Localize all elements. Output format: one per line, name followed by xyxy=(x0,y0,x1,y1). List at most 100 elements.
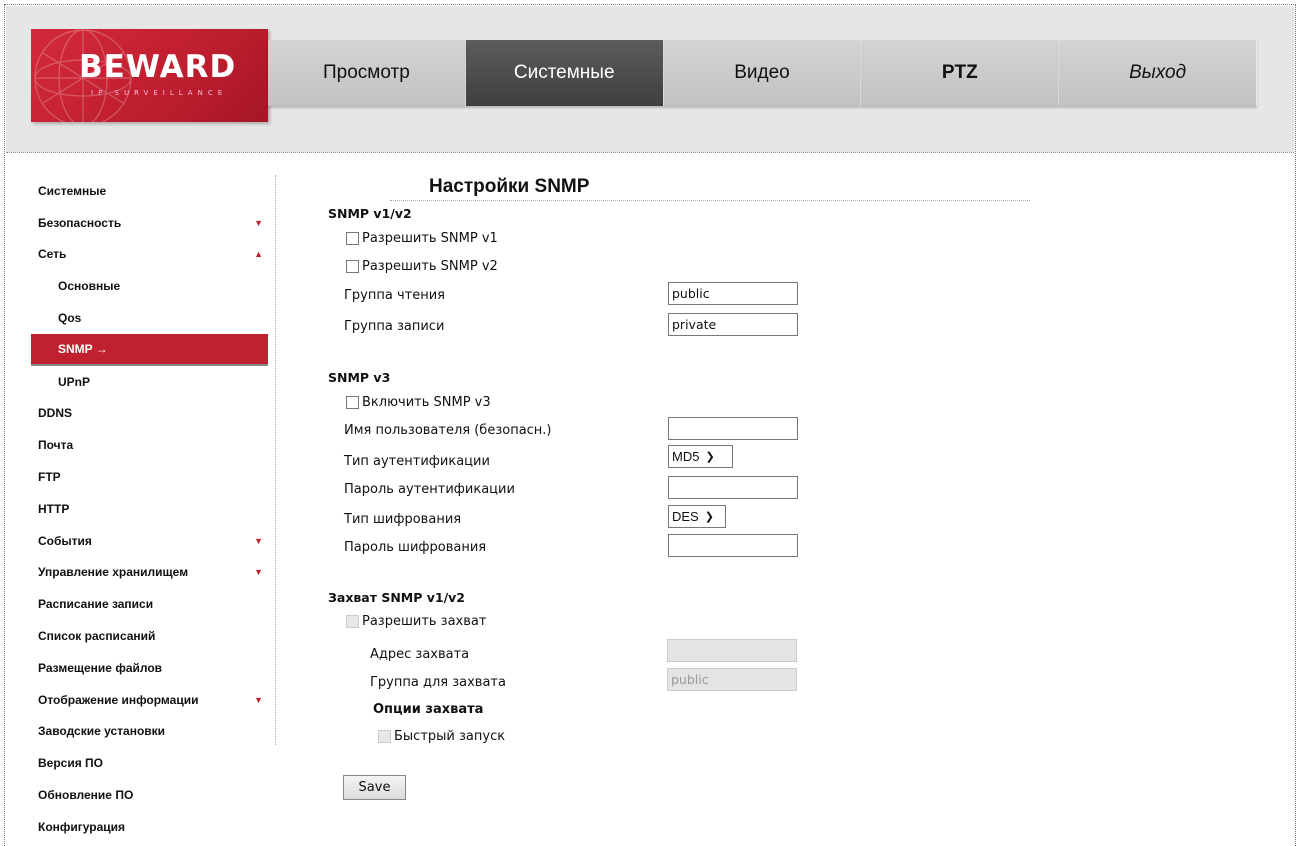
sidebar-item-schedule-list[interactable]: Список расписаний xyxy=(31,620,268,652)
sidebar-item-label: Заводские установки xyxy=(38,724,166,739)
sidebar-item-configuration[interactable]: Конфигурация xyxy=(31,811,268,843)
select-value: DES xyxy=(672,509,699,524)
sidebar-item-label: HTTP xyxy=(38,501,70,516)
sidebar-item-label: Расписание записи xyxy=(38,597,154,612)
section-heading-v3: SNMP v3 xyxy=(328,370,391,385)
sidebar-item-label: Почта xyxy=(38,438,74,453)
tab-logout[interactable]: Выход xyxy=(1059,40,1257,106)
read-community-input[interactable]: public xyxy=(668,282,798,305)
checkbox-label: Разрешить SNMP v1 xyxy=(362,231,498,246)
sidebar-item-firmware-update[interactable]: Обновление ПО xyxy=(31,779,268,811)
collapse-arrow-icon[interactable]: ▲ xyxy=(254,249,263,259)
sidebar-item-label: Размещение файлов xyxy=(38,660,163,675)
encryption-password-input[interactable] xyxy=(668,534,798,557)
trap-options-heading: Опции захвата xyxy=(373,702,484,717)
trap-group-label: Группа для захвата xyxy=(370,675,506,690)
sidebar-item-info-display[interactable]: Отображение информации ▼ xyxy=(31,684,268,716)
top-nav: Просмотр Системные Видео PTZ Выход xyxy=(268,40,1257,106)
sidebar-item-upnp[interactable]: UPnP xyxy=(31,366,268,398)
sidebar-item-label: Отображение информации xyxy=(38,692,199,707)
encryption-type-select[interactable]: DES ❯ xyxy=(668,505,726,528)
sidebar-item-label: DDNS xyxy=(38,406,73,421)
auth-type-label: Тип аутентификации xyxy=(344,454,490,469)
auth-password-label: Пароль аутентификации xyxy=(344,482,515,497)
sidebar-item-label: Безопасность xyxy=(38,215,122,230)
expand-arrow-icon[interactable]: ▼ xyxy=(254,536,263,546)
enable-snmp-v2-checkbox[interactable]: Разрешить SNMP v2 xyxy=(346,259,498,274)
cold-start-checkbox[interactable]: Быстрый запуск xyxy=(378,729,505,744)
title-divider xyxy=(390,200,1030,201)
encryption-type-label: Тип шифрования xyxy=(344,512,462,527)
sidebar-item-firmware-version[interactable]: Версия ПО xyxy=(31,747,268,779)
trap-group-input[interactable]: public xyxy=(667,668,797,691)
header-divider xyxy=(6,152,1294,153)
sidebar-item-system[interactable]: Системные xyxy=(31,175,268,207)
select-value: MD5 xyxy=(672,449,700,464)
chevron-down-icon: ❯ xyxy=(704,511,714,523)
sidebar: Системные Безопасность ▼ Сеть ▲ Основные Q… xyxy=(31,175,268,843)
sidebar-item-events[interactable]: События ▼ xyxy=(31,525,268,557)
chevron-down-icon: ❯ xyxy=(705,451,715,463)
expand-arrow-icon[interactable]: ▼ xyxy=(254,218,263,228)
tab-ptz[interactable]: PTZ xyxy=(861,40,1060,106)
write-community-input[interactable]: private xyxy=(668,313,798,336)
sidebar-item-record-schedule[interactable]: Расписание записи xyxy=(31,588,268,620)
sidebar-item-label: Управление хранилищем xyxy=(38,565,189,580)
save-button[interactable]: Save xyxy=(343,775,406,800)
sidebar-item-label: SNMP → xyxy=(58,341,108,356)
tab-system[interactable]: Системные xyxy=(465,40,664,106)
trap-address-label: Адрес захвата xyxy=(370,647,470,662)
sidebar-item-basic[interactable]: Основные xyxy=(31,270,268,302)
read-community-label: Группа чтения xyxy=(344,288,445,303)
security-user-input[interactable] xyxy=(668,417,798,440)
tab-video[interactable]: Видео xyxy=(663,40,862,106)
sidebar-item-mail[interactable]: Почта xyxy=(31,429,268,461)
section-heading-trap: Захват SNMP v1/v2 xyxy=(328,590,465,605)
brand-name: BEWARD xyxy=(79,49,237,85)
checkbox-box[interactable] xyxy=(346,232,359,245)
auth-password-input[interactable] xyxy=(668,476,798,499)
checkbox-box[interactable] xyxy=(346,396,359,409)
sidebar-item-label: Сеть xyxy=(38,247,67,262)
auth-type-select[interactable]: MD5 ❯ xyxy=(668,445,733,468)
brand-logo[interactable]: BEWARD IP SURVEILLANCE xyxy=(31,29,268,122)
section-heading-v12: SNMP v1/v2 xyxy=(328,206,412,221)
brand-tagline: IP SURVEILLANCE xyxy=(91,89,228,97)
checkbox-label: Быстрый запуск xyxy=(394,729,506,744)
enable-snmp-v3-checkbox[interactable]: Включить SNMP v3 xyxy=(346,395,491,410)
sidebar-item-storage[interactable]: Управление хранилищем ▼ xyxy=(31,557,268,589)
sidebar-item-label: Обновление ПО xyxy=(38,788,134,803)
sidebar-item-factory-default[interactable]: Заводские установки xyxy=(31,716,268,748)
checkbox-label: Разрешить захват xyxy=(362,614,487,629)
sidebar-item-label: Версия ПО xyxy=(38,756,104,771)
sidebar-item-label: FTP xyxy=(38,470,61,485)
sidebar-item-security[interactable]: Безопасность ▼ xyxy=(31,207,268,239)
page-title: Настройки SNMP xyxy=(429,176,590,197)
write-community-label: Группа записи xyxy=(344,319,445,334)
enable-snmp-v1-checkbox[interactable]: Разрешить SNMP v1 xyxy=(346,231,498,246)
expand-arrow-icon[interactable]: ▼ xyxy=(254,695,263,705)
sidebar-item-network[interactable]: Сеть ▲ xyxy=(31,239,268,271)
checkbox-box[interactable] xyxy=(346,615,359,628)
sidebar-item-snmp[interactable]: SNMP → xyxy=(31,333,268,366)
checkbox-label: Включить SNMP v3 xyxy=(362,395,491,410)
sidebar-item-label: Список расписаний xyxy=(38,629,156,644)
sidebar-item-ddns[interactable]: DDNS xyxy=(31,398,268,430)
checkbox-box[interactable] xyxy=(378,730,391,743)
checkbox-box[interactable] xyxy=(346,260,359,273)
sidebar-item-label: Системные xyxy=(38,183,107,198)
expand-arrow-icon[interactable]: ▼ xyxy=(254,567,263,577)
sidebar-item-ftp[interactable]: FTP xyxy=(31,461,268,493)
checkbox-label: Разрешить SNMP v2 xyxy=(362,259,498,274)
sidebar-item-label: События xyxy=(38,533,92,548)
sidebar-divider xyxy=(275,175,276,745)
security-user-label: Имя пользователя (безопасн.) xyxy=(344,423,552,438)
sidebar-item-label: Основные xyxy=(58,279,121,294)
trap-address-input[interactable] xyxy=(667,639,797,662)
tab-view[interactable]: Просмотр xyxy=(268,40,466,106)
enable-trap-checkbox[interactable]: Разрешить захват xyxy=(346,614,486,629)
encryption-password-label: Пароль шифрования xyxy=(344,540,487,555)
sidebar-item-qos[interactable]: Qos xyxy=(31,302,268,334)
sidebar-item-http[interactable]: HTTP xyxy=(31,493,268,525)
sidebar-item-file-location[interactable]: Размещение файлов xyxy=(31,652,268,684)
